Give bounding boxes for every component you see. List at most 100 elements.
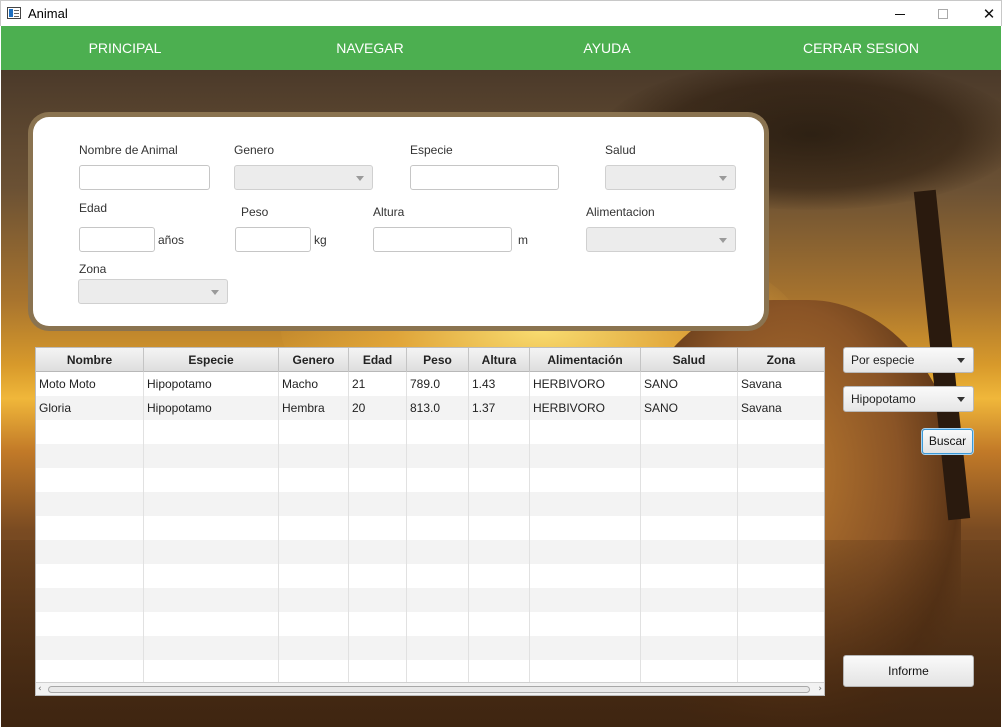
- nav-navegar[interactable]: NAVEGAR: [306, 26, 434, 70]
- minimize-button[interactable]: [877, 1, 923, 27]
- filter-type-combo[interactable]: Por especie: [843, 347, 974, 373]
- table-cell: [407, 492, 469, 516]
- nav-cerrar-sesion[interactable]: CERRAR SESION: [786, 26, 936, 70]
- table-row[interactable]: Moto Moto Hipopotamo Macho 21 789.0 1.43 HERBI…: [36, 372, 824, 396]
- column-header-altura[interactable]: Altura: [469, 348, 530, 372]
- nav-ayuda[interactable]: AYUDA: [543, 26, 671, 70]
- table-cell: [641, 588, 738, 612]
- table-cell: [349, 660, 407, 684]
- table-row[interactable]: [36, 444, 824, 468]
- especie-field[interactable]: [410, 165, 559, 190]
- main-nav: PRINCIPAL NAVEGAR AYUDA CERRAR SESION: [1, 26, 1001, 70]
- table-cell: Hipopotamo: [144, 372, 279, 396]
- animal-form-card: Nombre de Animal Genero Especie Salud Ed…: [33, 117, 764, 326]
- table-cell: [530, 588, 641, 612]
- peso-field[interactable]: [235, 227, 311, 252]
- table-cell: SANO: [641, 396, 738, 420]
- column-header-edad[interactable]: Edad: [349, 348, 407, 372]
- table-cell: [36, 564, 144, 588]
- report-button[interactable]: Informe: [843, 655, 974, 687]
- table-row[interactable]: [36, 636, 824, 660]
- table-cell: [641, 516, 738, 540]
- salud-label: Salud: [605, 143, 636, 157]
- edad-field[interactable]: [79, 227, 155, 252]
- table-cell: [469, 468, 530, 492]
- genero-combo[interactable]: [234, 165, 373, 190]
- nav-principal[interactable]: PRINCIPAL: [61, 26, 189, 70]
- column-header-salud[interactable]: Salud: [641, 348, 738, 372]
- table-row[interactable]: Gloria Hipopotamo Hembra 20 813.0 1.37 HERBIVO…: [36, 396, 824, 420]
- table-cell: [407, 660, 469, 684]
- table-cell: [641, 540, 738, 564]
- column-header-zona[interactable]: Zona: [738, 348, 824, 372]
- table-cell: [641, 612, 738, 636]
- scroll-left-icon[interactable]: ‹: [38, 684, 42, 694]
- app-window-icon: [7, 7, 21, 19]
- table-row[interactable]: [36, 540, 824, 564]
- column-header-peso[interactable]: Peso: [407, 348, 469, 372]
- salud-combo[interactable]: [605, 165, 736, 190]
- column-header-genero[interactable]: Genero: [279, 348, 349, 372]
- edad-label: Edad: [79, 201, 108, 215]
- table-cell: Moto Moto: [36, 372, 144, 396]
- filter-value-combo[interactable]: Hipopotamo: [843, 386, 974, 412]
- column-header-alimentacion[interactable]: Alimentación: [530, 348, 641, 372]
- zona-combo[interactable]: [78, 279, 228, 304]
- table-row[interactable]: [36, 516, 824, 540]
- table-cell: [469, 636, 530, 660]
- chevron-down-icon: [719, 238, 727, 243]
- table-cell: 1.37: [469, 396, 530, 420]
- table-cell: [738, 468, 824, 492]
- table-cell: [738, 636, 824, 660]
- table-row[interactable]: [36, 564, 824, 588]
- search-button[interactable]: Buscar: [922, 429, 973, 454]
- zona-label: Zona: [79, 262, 107, 276]
- table-cell: [738, 492, 824, 516]
- table-cell: [279, 588, 349, 612]
- table-cell: [279, 564, 349, 588]
- close-button[interactable]: ✕: [966, 1, 1002, 27]
- window-title: Animal: [28, 6, 68, 21]
- horizontal-scrollbar[interactable]: ‹ ›: [36, 682, 824, 695]
- table-cell: [144, 660, 279, 684]
- maximize-button[interactable]: [920, 1, 966, 27]
- table-cell: [349, 612, 407, 636]
- table-cell: [144, 444, 279, 468]
- genero-label: Genero: [234, 143, 275, 157]
- table-row[interactable]: [36, 492, 824, 516]
- table-cell: SANO: [641, 372, 738, 396]
- table-cell: [349, 516, 407, 540]
- table-cell: [530, 612, 641, 636]
- table-row[interactable]: [36, 660, 824, 684]
- table-cell: [469, 540, 530, 564]
- table-cell: [469, 444, 530, 468]
- animals-table[interactable]: Nombre Especie Genero Edad Peso Altura A…: [35, 347, 825, 696]
- altura-field[interactable]: [373, 227, 512, 252]
- table-cell: [407, 516, 469, 540]
- table-cell: [530, 468, 641, 492]
- scrollbar-thumb[interactable]: [48, 686, 810, 693]
- alimentacion-combo[interactable]: [586, 227, 736, 252]
- table-cell: [530, 636, 641, 660]
- column-header-especie[interactable]: Especie: [144, 348, 279, 372]
- table-row[interactable]: [36, 420, 824, 444]
- table-cell: [349, 444, 407, 468]
- table-row[interactable]: [36, 588, 824, 612]
- scroll-right-icon[interactable]: ›: [818, 684, 822, 694]
- minimize-icon: [895, 13, 905, 15]
- column-header-nombre[interactable]: Nombre: [36, 348, 144, 372]
- table-cell: Gloria: [36, 396, 144, 420]
- table-header: Nombre Especie Genero Edad Peso Altura A…: [36, 348, 824, 372]
- table-cell: [36, 660, 144, 684]
- table-cell: [469, 612, 530, 636]
- filter-value-value: Hipopotamo: [851, 392, 916, 406]
- table-cell: 813.0: [407, 396, 469, 420]
- table-cell: [407, 636, 469, 660]
- table-cell: [641, 468, 738, 492]
- nombre-field[interactable]: [79, 165, 210, 190]
- table-cell: [469, 588, 530, 612]
- table-row[interactable]: [36, 468, 824, 492]
- table-cell: [36, 516, 144, 540]
- table-row[interactable]: [36, 612, 824, 636]
- table-cell: [407, 540, 469, 564]
